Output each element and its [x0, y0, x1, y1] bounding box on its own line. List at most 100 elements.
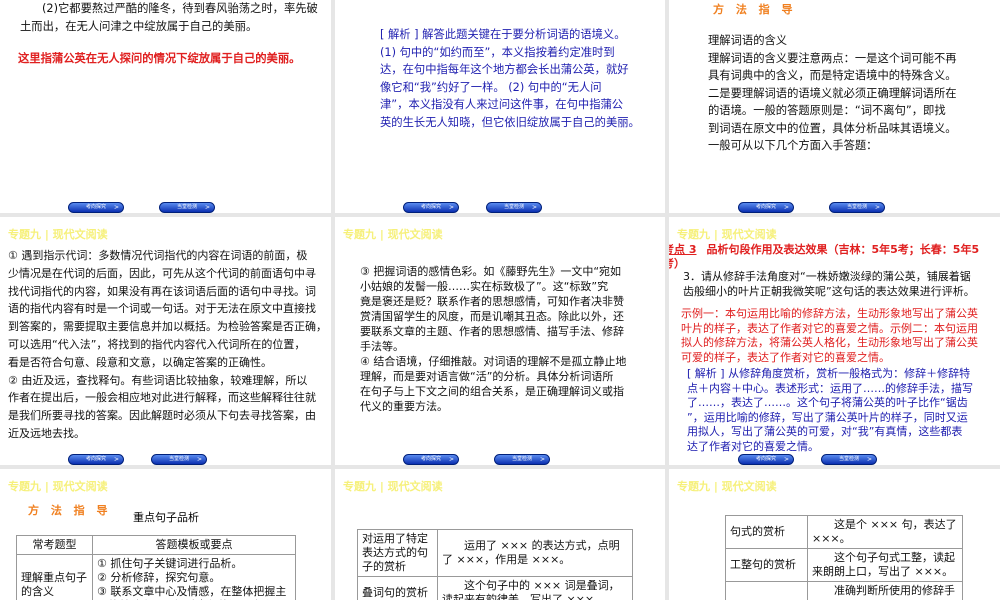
kaodian-label: 考点 3	[669, 243, 697, 256]
next-button[interactable]: 当堂检测	[151, 454, 207, 465]
cell: 这是个 ××× 句，表达了 ×××。	[807, 515, 963, 549]
line: 达了作者对它的喜爱之情。	[687, 439, 819, 453]
line: [ 解析 ] 从修辞角度赏析，赏析一般格式为：修辞＋修辞特	[687, 367, 971, 380]
answer-template-table: 句式的赏析 这是个 ××× 句，表达了 ×××。 工整句的赏析 这个句子句式工整…	[725, 515, 963, 600]
cell: 对运用了特定表达方式的句子的赏析	[357, 529, 438, 577]
line: 示例一：本句运用比喻的修辞方法，生动形象地写出了蒲公英	[681, 307, 978, 320]
slide-9[interactable]: 专题九 | 现代文阅读 句式的赏析 这是个 ××× 句，表达了 ×××。 工整句…	[669, 469, 1000, 600]
table-row: 准确判断所使用的修辞手	[725, 581, 963, 600]
table-row: 句式的赏析 这是个 ××× 句，表达了 ×××。	[725, 515, 963, 549]
line: 3．请从修辞手法角度对“一株娇嫩淡绿的蒲公英，铺展着锯	[683, 270, 971, 283]
section-header: 专题九 | 现代文阅读	[8, 228, 108, 241]
line: 点＋内容＋中心。表述形式：运用了……的修辞手法，描写	[687, 381, 973, 395]
prev-button[interactable]: 考向探究	[403, 202, 459, 213]
line: 叶片的样子，表达了作者对它的喜爱之情。示例二：本句运用	[681, 321, 978, 335]
line: ② 由近及远，查找释句。有些词语比较抽象，较难理解，所以	[8, 373, 308, 387]
analysis-text: [ 解析 ] 解答此题关键在于要分析词语的语境义。 (1) 句中的“如约而至”，…	[380, 26, 640, 131]
line: 语的指代内容有时是一个词或一句话。对于无法在原文中直接找	[8, 302, 316, 316]
line: 少情况是在代词的后面，因此，可先从这个代词的前面语句中寻	[8, 266, 316, 280]
line: (1) 句中的“如约而至”，本义指按着约定准时到	[380, 45, 615, 59]
slide-5[interactable]: 专题九 | 现代文阅读 ③ 把握词语的感情色彩。如《藤野先生》一文中“宛如 小姑…	[335, 217, 665, 465]
header-cell: 答题模板或要点	[92, 535, 296, 555]
question-text: 3．请从修辞手法角度对“一株娇嫩淡绿的蒲公英，铺展着锯 齿般细小的叶片正朝我微笑…	[683, 270, 975, 299]
line: 齿般细小的叶片正朝我微笑呢”这句话的表达效果进行评析。	[683, 284, 975, 298]
section-header: 专题九 | 现代文阅读	[343, 228, 443, 241]
table-row: 工整句的赏析 这个句子句式工整，读起来朗朗上口，写出了 ×××。	[725, 548, 963, 582]
prev-button[interactable]: 考向探究	[68, 454, 124, 465]
line: 代义的重要方法。	[360, 400, 448, 413]
answer-text: 示例一：本句运用比喻的修辞方法，生动形象地写出了蒲公英 叶片的样子，表达了作者对…	[681, 307, 978, 365]
cell: 这个句子中的 ××× 词是叠词，读起来有韵律美，写出了 ×××。	[437, 576, 633, 600]
prev-button[interactable]: 考向探究	[738, 454, 794, 465]
line: 达，在句中指每年这个地方都会长出蒲公英，就好	[380, 63, 629, 76]
line: 土而出，在无人问津之中绽放属于自己的美丽。	[20, 19, 258, 33]
line: 找代词指代的内容，如果没有再在该词语后面的语句中寻找。词	[8, 284, 316, 298]
line: ④ 结合语境，仔细推敲。对词语的理解不是孤立静止地	[360, 355, 627, 368]
line: 可爱的样子，表达了作者对它的喜爱之情。	[681, 350, 890, 364]
slide-7[interactable]: 专题九 | 现代文阅读 方 法 指 导 重点句子品析 常考题型 答题模板或要点 …	[0, 469, 331, 600]
prev-button[interactable]: 考向探究	[403, 454, 459, 465]
line: 是我们所要寻找的答案。因此解题时必须从下句去寻找答案，由	[8, 409, 316, 423]
section-header: 专题九 | 现代文阅读	[677, 480, 777, 493]
line: [ 解析 ] 解答此题关键在于要分析词语的语境义。	[380, 28, 626, 41]
next-button[interactable]: 当堂检测	[486, 202, 542, 213]
cell: 这个句子句式工整，读起来朗朗上口，写出了 ×××。	[807, 548, 963, 582]
slide-4[interactable]: 专题九 | 现代文阅读 ① 遇到指示代词：多数情况代词指代的内容在词语的前面，极…	[0, 217, 331, 465]
table-row: 对运用了特定表达方式的句子的赏析 运用了 ××× 的表达方式，点明了 ×××，作…	[357, 529, 633, 577]
line: ”，运用比喻的修辞，写出了蒲公英叶片的样子，同时又运	[687, 410, 968, 424]
table-header-row: 常考题型 答题模板或要点	[16, 535, 296, 555]
slide-6[interactable]: 专题九 | 现代文阅读 考点 3品析句段作用及表达效果（吉林：5年5考；长春：5…	[669, 217, 1000, 465]
line: 可以选用“代入法”，将找到的指代内容代入代词所在的位置，	[8, 337, 306, 351]
prev-button[interactable]: 考向探究	[738, 202, 794, 213]
line: 的语境。一般的答题原则是：“词不离句”，即找	[708, 104, 946, 117]
slide-8[interactable]: 专题九 | 现代文阅读 对运用了特定表达方式的句子的赏析 运用了 ××× 的表达…	[335, 469, 665, 600]
line: ③ 把握词语的感情色彩。如《藤野先生》一文中“宛如	[360, 265, 622, 278]
line: 理解，而是要对语言做“活”的分析。具体分析词语所	[360, 370, 614, 383]
method-title: 方 法 指 导	[28, 504, 112, 517]
line: 竟是褒还是贬？联系作者的思想感情，可知作者决非赞	[360, 295, 624, 308]
line: 到词语在原文中的位置，具体分析品味其语境义。	[708, 121, 957, 135]
line: 赏清国留学生的风度，而是讥嘲其丑态。除此以外，还	[360, 310, 624, 323]
line: 一般可从以下几个方面入手答题：	[708, 139, 878, 152]
line: 要联系文章的主题、作者的思想感情、描写手法、修辞	[360, 325, 624, 338]
line: 了……，表达了……。这个句子将蒲公英的叶子比作“锯齿	[687, 396, 968, 409]
method-text: ① 遇到指示代词：多数情况代词指代的内容在词语的前面，极 少情况是在代词的后面，…	[8, 247, 327, 443]
answer-template-table: 对运用了特定表达方式的句子的赏析 运用了 ××× 的表达方式，点明了 ×××，作…	[357, 529, 633, 600]
question-text: (2)它都要熬过严酷的隆冬，待到春风骀荡之时，率先破 土而出，在无人问津之中绽放…	[20, 0, 318, 35]
slide-3[interactable]: 方 法 指 导 理解词语的含义 理解词语的含义要注意两点：一是这个词可能不再 具…	[669, 0, 1000, 213]
section-header: 专题九 | 现代文阅读	[8, 480, 108, 493]
table-row: 叠词句的赏析 这个句子中的 ××× 词是叠词，读起来有韵律美，写出了 ×××。	[357, 576, 633, 600]
slide-1[interactable]: (2)它都要熬过严酷的隆冬，待到春风骀荡之时，率先破 土而出，在无人问津之中绽放…	[0, 0, 331, 213]
section-header: 专题九 | 现代文阅读	[677, 228, 777, 241]
table-title: 重点句子品析	[133, 511, 199, 524]
line: 用拟人，写出了蒲公英的可爱，对“我”有真情，这些都表	[687, 425, 963, 438]
next-button[interactable]: 当堂检测	[159, 202, 215, 213]
kaodian-title: 品析句段作用及表达效果（吉林：5年5考；长春：5年5考）	[669, 243, 980, 270]
slide-2[interactable]: [ 解析 ] 解答此题关键在于要分析词语的语境义。 (1) 句中的“如约而至”，…	[335, 0, 665, 213]
cell: 工整句的赏析	[725, 548, 808, 582]
line: 小姑娘的发髻一般……实在标致极了”。这“标致”究	[360, 280, 609, 293]
cell: 准确判断所使用的修辞手	[807, 581, 963, 600]
table-row: 理解重点句子的含义 ① 抓住句子关键词进行品析。 ② 分析修辞，探究句意。 ③ …	[16, 554, 296, 600]
line: ① 遇到指示代词：多数情况代词指代的内容在词语的前面，极	[8, 249, 308, 262]
line: 作者在提出后，一般会相应地对此进行解释，而这些解释往往就	[8, 391, 316, 405]
next-button[interactable]: 当堂检测	[821, 454, 877, 465]
answer-template-table: 常考题型 答题模板或要点 理解重点句子的含义 ① 抓住句子关键词进行品析。 ② …	[16, 535, 296, 600]
analysis-text: [ 解析 ] 从修辞角度赏析，赏析一般格式为：修辞＋修辞特 点＋内容＋中心。表述…	[687, 367, 973, 454]
next-button[interactable]: 当堂检测	[829, 202, 885, 213]
method-title: 方 法 指 导	[713, 3, 797, 16]
cell: 运用了 ××× 的表达方式，点明了 ×××，作用是 ×××。	[437, 529, 633, 577]
line: 理解词语的含义要注意两点：一是这个词可能不再	[708, 51, 957, 65]
line: 看是否符合句意、段意和文意，以确定答案的正确性。	[8, 355, 272, 369]
line: 在句子与上下文之间的组合关系，是正确理解词义或指	[360, 385, 624, 398]
prev-button[interactable]: 考向探究	[68, 202, 124, 213]
next-button[interactable]: 当堂检测	[494, 454, 550, 465]
answer-text: 这里指蒲公英在无人探问的情况下绽放属于自己的美丽。	[18, 52, 301, 65]
line: 近及远地去找。	[8, 426, 85, 440]
cell: 句式的赏析	[725, 515, 808, 549]
line: 拟人的修辞方法，将蒲公英人格化，生动形象地写出了蒲公英	[681, 336, 978, 349]
line: (2)它都要熬过严酷的隆冬，待到春风骀荡之时，率先破	[42, 2, 318, 15]
cell: 叠词句的赏析	[357, 576, 438, 600]
header-cell: 常考题型	[16, 535, 93, 555]
line: 理解词语的含义	[708, 34, 788, 47]
